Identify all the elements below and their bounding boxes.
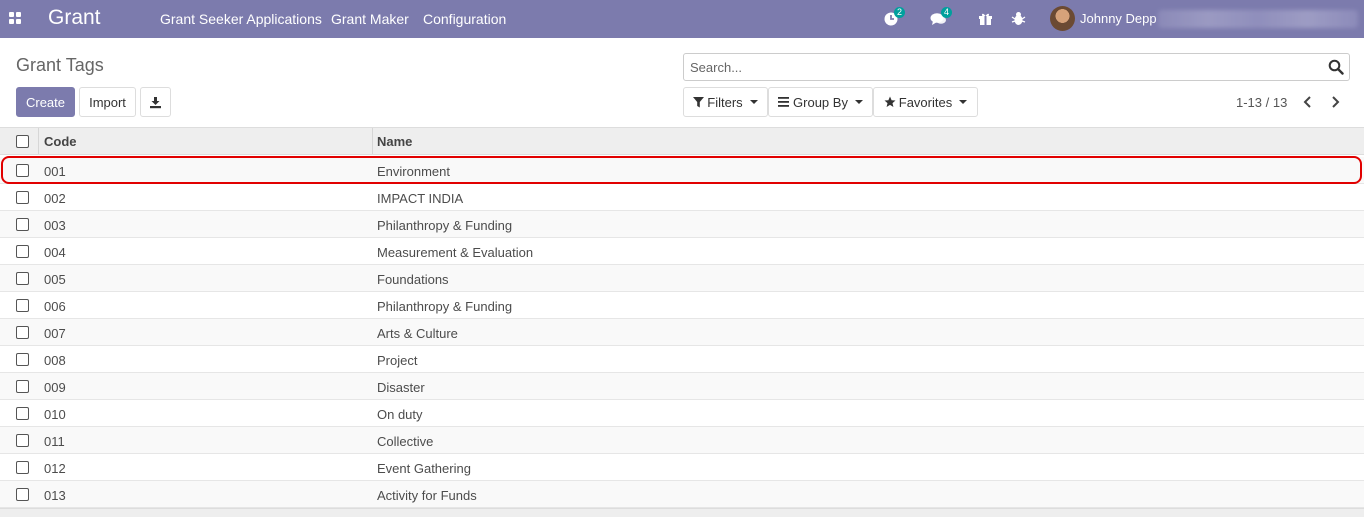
cell-code: 004 — [44, 245, 66, 260]
table-row[interactable]: 007 Arts & Culture — [0, 319, 1364, 346]
table-row[interactable]: 001 Environment — [0, 157, 1364, 184]
favorites-button[interactable]: Favorites — [873, 87, 978, 117]
star-icon — [884, 96, 896, 107]
pager-value[interactable]: 1-13 / 13 — [1236, 95, 1287, 110]
column-separator — [38, 128, 39, 154]
row-checkbox[interactable] — [16, 191, 29, 204]
cell-code: 003 — [44, 218, 66, 233]
menu-grant-seeker-applications[interactable]: Grant Seeker Applications — [160, 11, 322, 27]
search-icon[interactable] — [1328, 59, 1344, 75]
chevron-left-icon[interactable] — [1300, 94, 1316, 110]
table-row[interactable]: 013 Activity for Funds — [0, 481, 1364, 508]
row-checkbox[interactable] — [16, 380, 29, 393]
column-header-name[interactable]: Name — [377, 134, 412, 149]
filters-button[interactable]: Filters — [683, 87, 768, 117]
row-checkbox[interactable] — [16, 488, 29, 501]
row-checkbox[interactable] — [16, 299, 29, 312]
import-button[interactable]: Import — [79, 87, 136, 117]
menu-configuration[interactable]: Configuration — [423, 11, 506, 27]
chevron-right-icon[interactable] — [1327, 94, 1343, 110]
cell-name: Foundations — [377, 272, 449, 287]
bars-icon — [778, 97, 790, 107]
bug-icon — [1011, 12, 1026, 25]
table-row[interactable]: 003 Philanthropy & Funding — [0, 211, 1364, 238]
column-header-code[interactable]: Code — [44, 134, 77, 149]
page-title: Grant Tags — [16, 55, 104, 75]
table-row[interactable]: 009 Disaster — [0, 373, 1364, 400]
main-navbar: Grant Grant Seeker Applications Grant Ma… — [0, 0, 1364, 38]
search-box[interactable] — [683, 53, 1350, 81]
cell-code: 002 — [44, 191, 66, 206]
cell-name: Event Gathering — [377, 461, 471, 476]
select-all-checkbox[interactable] — [16, 135, 29, 148]
table-row[interactable]: 010 On duty — [0, 400, 1364, 427]
search-input[interactable] — [690, 60, 1310, 75]
groupby-button[interactable]: Group By — [768, 87, 873, 117]
debug-button[interactable] — [1011, 9, 1031, 29]
row-checkbox[interactable] — [16, 461, 29, 474]
row-checkbox[interactable] — [16, 326, 29, 339]
caret-down-icon — [959, 100, 968, 104]
column-separator — [372, 128, 373, 154]
download-icon — [150, 96, 161, 108]
activity-button[interactable]: 2 — [883, 7, 906, 29]
table-row[interactable]: 006 Philanthropy & Funding — [0, 292, 1364, 319]
cell-code: 005 — [44, 272, 66, 287]
row-checkbox[interactable] — [16, 272, 29, 285]
filter-icon — [693, 96, 705, 107]
cell-name: On duty — [377, 407, 423, 422]
cell-name: Philanthropy & Funding — [377, 218, 513, 233]
user-name[interactable]: Johnny Depp — [1080, 11, 1157, 26]
cell-name: Arts & Culture — [377, 326, 458, 341]
cell-name: Project — [377, 353, 418, 368]
redacted-area — [1158, 10, 1358, 28]
row-checkbox[interactable] — [16, 407, 29, 420]
row-checkbox[interactable] — [16, 434, 29, 447]
cell-name: Activity for Funds — [377, 488, 477, 503]
app-brand[interactable]: Grant — [48, 6, 101, 30]
favorites-label: Favorites — [898, 94, 953, 110]
cell-name: Environment — [377, 164, 450, 179]
filters-label: Filters — [707, 94, 743, 110]
gift-button[interactable] — [978, 9, 998, 29]
cell-code: 012 — [44, 461, 66, 476]
row-checkbox[interactable] — [16, 218, 29, 231]
download-button[interactable] — [140, 87, 171, 117]
cell-name: IMPACT INDIA — [377, 191, 464, 206]
table-row[interactable]: 005 Foundations — [0, 265, 1364, 292]
cell-name: Collective — [377, 434, 434, 449]
messages-button[interactable]: 4 — [930, 7, 953, 29]
cell-code: 008 — [44, 353, 66, 368]
row-checkbox[interactable] — [16, 353, 29, 366]
cell-code: 001 — [44, 164, 66, 179]
cell-name: Measurement & Evaluation — [377, 245, 534, 260]
table-row[interactable]: 004 Measurement & Evaluation — [0, 238, 1364, 265]
cell-code: 013 — [44, 488, 66, 503]
row-checkbox[interactable] — [16, 164, 29, 177]
cell-name: Disaster — [377, 380, 425, 395]
cell-code: 010 — [44, 407, 66, 422]
table-row[interactable]: 011 Collective — [0, 427, 1364, 454]
user-avatar[interactable] — [1050, 6, 1075, 31]
messages-badge: 4 — [941, 7, 953, 18]
cell-code: 007 — [44, 326, 66, 341]
table-footer — [0, 508, 1364, 517]
cell-code: 009 — [44, 380, 66, 395]
table-row[interactable]: 002 IMPACT INDIA — [0, 184, 1364, 211]
menu-grant-maker[interactable]: Grant Maker — [331, 11, 409, 27]
activity-badge: 2 — [894, 7, 906, 18]
row-checkbox[interactable] — [16, 245, 29, 258]
table-row[interactable]: 008 Project — [0, 346, 1364, 373]
create-button[interactable]: Create — [16, 87, 75, 117]
caret-down-icon — [749, 100, 758, 104]
cell-code: 006 — [44, 299, 66, 314]
cell-code: 011 — [44, 434, 65, 449]
gift-icon — [979, 13, 992, 25]
apps-grid-icon[interactable] — [9, 12, 23, 26]
table-header: Code Name — [0, 127, 1364, 155]
caret-down-icon — [854, 100, 863, 104]
cell-name: Philanthropy & Funding — [377, 299, 513, 314]
groupby-label: Group By — [793, 94, 848, 110]
table-row[interactable]: 012 Event Gathering — [0, 454, 1364, 481]
